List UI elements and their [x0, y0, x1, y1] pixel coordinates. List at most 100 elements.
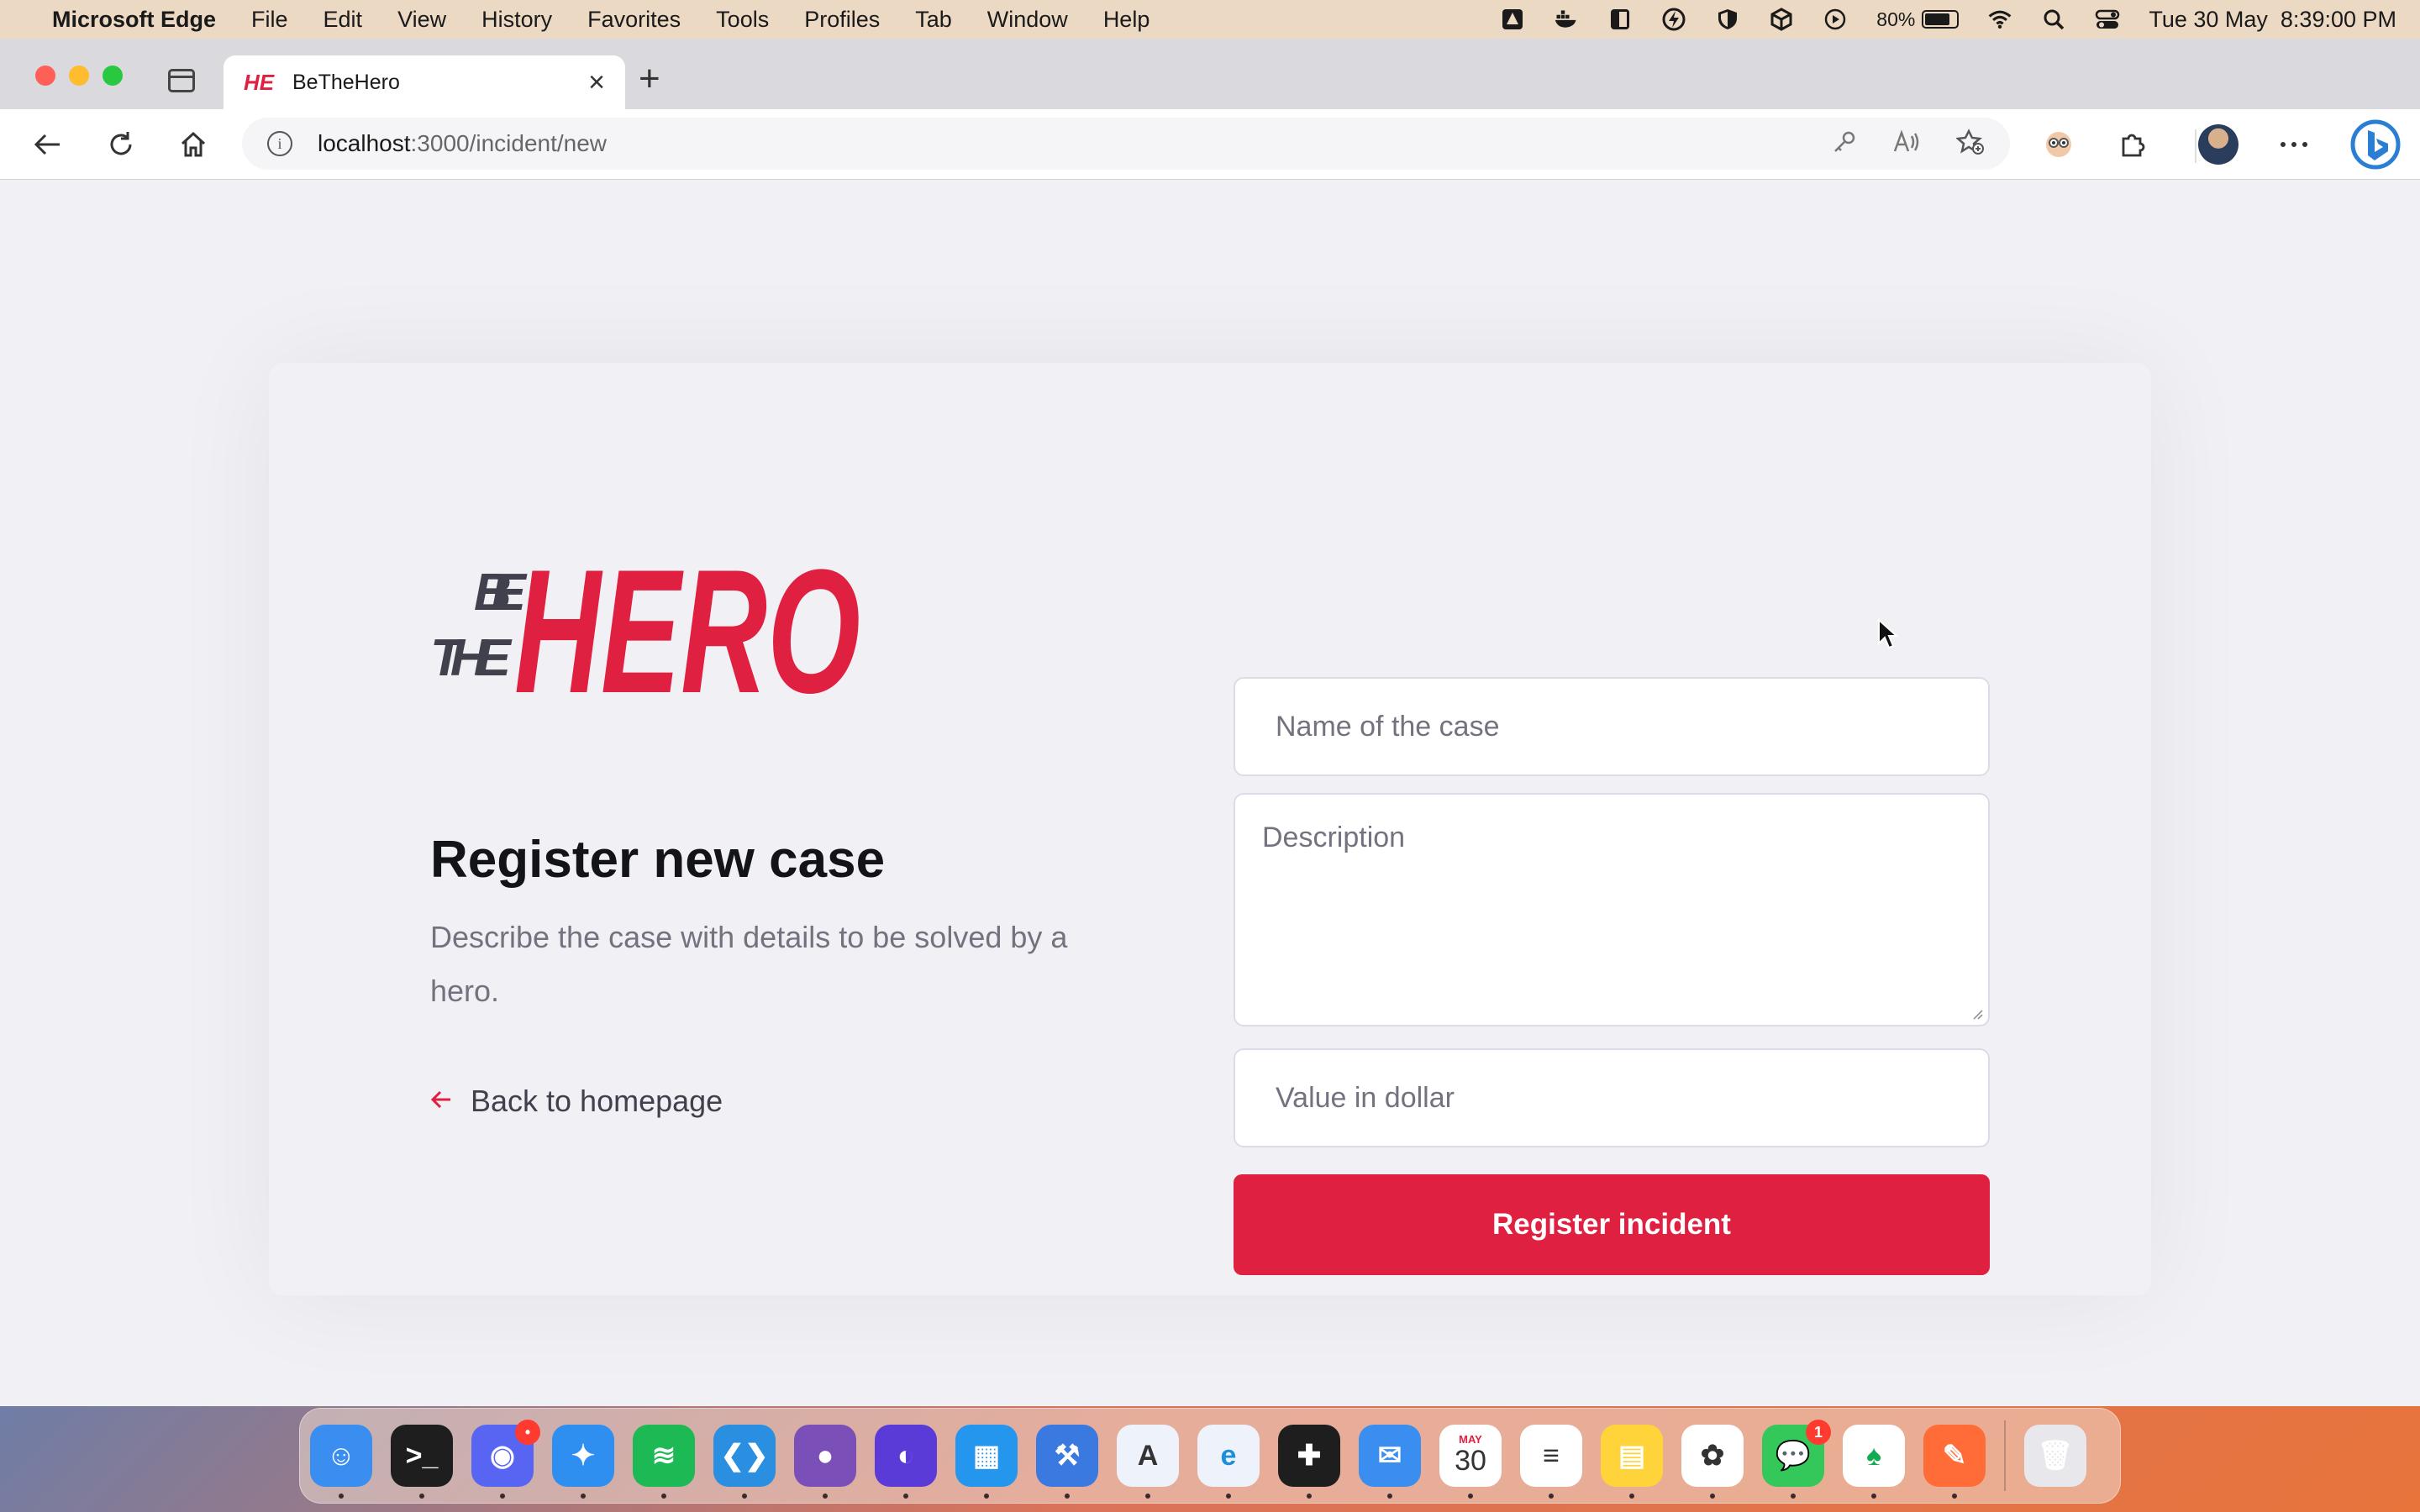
bing-copilot-icon[interactable] — [2349, 118, 2402, 171]
more-options-icon[interactable] — [2272, 123, 2316, 166]
dock-xcode-icon[interactable]: ⚒ — [1036, 1425, 1098, 1499]
dock-safari-icon[interactable]: ✦ — [552, 1425, 614, 1499]
dock-trash-icon[interactable]: 🗑 — [2024, 1425, 2086, 1487]
running-indicator — [1468, 1494, 1473, 1499]
refresh-icon[interactable] — [103, 126, 139, 163]
menu-favorites[interactable]: Favorites — [587, 7, 681, 33]
dock-vs-code-icon[interactable]: ❮❯ — [713, 1425, 776, 1499]
running-indicator — [500, 1494, 505, 1499]
dock-glyph: ▦ — [972, 1440, 1001, 1472]
menu-app-name[interactable]: Microsoft Edge — [52, 7, 216, 33]
resize-grip-icon[interactable] — [1971, 1008, 1983, 1020]
dock-arc-icon[interactable]: ◐ — [875, 1425, 937, 1499]
running-indicator — [1145, 1494, 1150, 1499]
running-indicator — [823, 1494, 828, 1499]
dock-postman-icon[interactable]: ✎ — [1923, 1425, 1986, 1499]
zoom-window-button[interactable] — [103, 66, 123, 86]
control-center-icon[interactable] — [2095, 7, 2120, 32]
battery-icon — [1922, 10, 1960, 29]
back-to-homepage-link[interactable]: Back to homepage — [430, 1084, 723, 1119]
menu-bar-clock[interactable]: Tue 30 May 8:39:00 PM — [2149, 7, 2396, 33]
tab-actions-icon[interactable] — [168, 69, 195, 92]
menu-file[interactable]: File — [251, 7, 288, 33]
dock-glyph: e — [1220, 1439, 1237, 1472]
menu-tools[interactable]: Tools — [716, 7, 769, 33]
new-tab-icon[interactable]: + — [639, 60, 660, 97]
play-icon[interactable] — [1823, 7, 1848, 32]
dock-glyph: 30 — [1455, 1445, 1486, 1477]
menu-profiles[interactable]: Profiles — [804, 7, 880, 33]
sidebar-icon[interactable] — [1607, 7, 1633, 32]
dock-glyph: >_ — [405, 1439, 439, 1472]
running-indicator — [419, 1494, 424, 1499]
minimize-window-button[interactable] — [69, 66, 89, 86]
dock-mongodb-compass-icon[interactable]: ♠ — [1843, 1425, 1905, 1499]
tab-bethehero[interactable]: HE BeTheHero × — [224, 55, 625, 109]
description-placeholder: Description — [1262, 822, 1406, 853]
extensions-puzzle-icon[interactable] — [2111, 123, 2154, 166]
close-window-button[interactable] — [35, 66, 55, 86]
key-icon[interactable] — [1832, 129, 1857, 159]
profile-avatar[interactable] — [2196, 123, 2240, 166]
menu-tab[interactable]: Tab — [915, 7, 952, 33]
running-indicator — [1710, 1494, 1715, 1499]
running-indicator — [1226, 1494, 1231, 1499]
dock-notes-icon[interactable]: ▤ — [1601, 1425, 1663, 1499]
dock-glyph: ☺ — [326, 1439, 356, 1472]
running-indicator — [1387, 1494, 1392, 1499]
dock-separator — [2004, 1420, 2006, 1491]
home-icon[interactable] — [175, 126, 212, 163]
register-incident-button[interactable]: Register incident — [1234, 1174, 1990, 1275]
battery-status[interactable]: 80% — [1876, 8, 1960, 31]
dock-reminders-icon[interactable]: ≡ — [1520, 1425, 1582, 1499]
dock-finder-icon[interactable]: ☺ — [310, 1425, 372, 1499]
page-title: Register new case — [430, 831, 886, 889]
add-favorite-icon[interactable] — [1955, 128, 1985, 160]
menu-edit[interactable]: Edit — [324, 7, 363, 33]
shield-icon[interactable] — [1715, 7, 1740, 32]
dock-spotify-icon[interactable]: ≋ — [633, 1425, 695, 1499]
spotlight-search-icon[interactable] — [2041, 7, 2066, 32]
description-textarea[interactable]: Description — [1234, 793, 1990, 1026]
dock-messages-icon[interactable]: 💬 1 — [1762, 1420, 1831, 1499]
mouse-pointer-icon — [1878, 618, 1899, 649]
back-icon[interactable] — [29, 126, 66, 163]
bethehero-logo: BE THE HERO — [430, 536, 860, 721]
menu-window[interactable]: Window — [987, 7, 1068, 33]
extension-icon[interactable] — [2037, 123, 2081, 166]
running-indicator — [1549, 1494, 1554, 1499]
menu-view[interactable]: View — [397, 7, 446, 33]
dock-app-store-icon[interactable]: A — [1117, 1425, 1179, 1499]
drive-icon[interactable] — [1500, 7, 1525, 32]
docker-icon[interactable] — [1554, 7, 1579, 32]
dock-docker-icon[interactable]: ▦ — [955, 1425, 1018, 1499]
dock-edge-icon[interactable]: e — [1197, 1425, 1260, 1499]
logo-hero: HERO — [514, 536, 860, 721]
address-bar[interactable]: i localhost:3000/incident/new — [242, 118, 2010, 170]
battery-percent: 80% — [1876, 8, 1916, 30]
case-name-field[interactable]: Name of the case — [1234, 677, 1990, 776]
value-field[interactable]: Value in dollar — [1234, 1048, 1990, 1147]
wifi-icon[interactable] — [1987, 7, 2012, 32]
menu-help[interactable]: Help — [1103, 7, 1150, 33]
page-description: Describe the case with details to be sol… — [430, 920, 1068, 1008]
dock-glyph: ✚ — [1297, 1440, 1322, 1472]
running-indicator — [742, 1494, 747, 1499]
dock-discord-icon[interactable]: ◉ • — [471, 1420, 540, 1499]
dock-photos-icon[interactable]: ✿ — [1681, 1425, 1744, 1499]
package-icon[interactable] — [1769, 7, 1794, 32]
dock-glyph: ◐ — [897, 1439, 915, 1472]
dock-calendar-icon[interactable]: MAY 30 — [1439, 1425, 1502, 1499]
tab-favicon-icon: HE — [244, 70, 275, 95]
read-aloud-icon[interactable] — [1892, 129, 1921, 159]
running-indicator — [1307, 1494, 1312, 1499]
menu-history[interactable]: History — [481, 7, 552, 33]
site-info-icon[interactable]: i — [267, 131, 292, 156]
dock-terminal-icon[interactable]: >_ — [391, 1425, 453, 1499]
dock-github-desktop-icon[interactable]: ● — [794, 1425, 856, 1499]
dock-mail-icon[interactable]: ✉ — [1359, 1425, 1421, 1499]
dock-figma-icon[interactable]: ✚ — [1278, 1425, 1340, 1499]
bolt-icon[interactable] — [1661, 7, 1686, 32]
close-tab-icon[interactable]: × — [588, 68, 605, 97]
dock-glyph: ✉ — [1377, 1440, 1402, 1472]
